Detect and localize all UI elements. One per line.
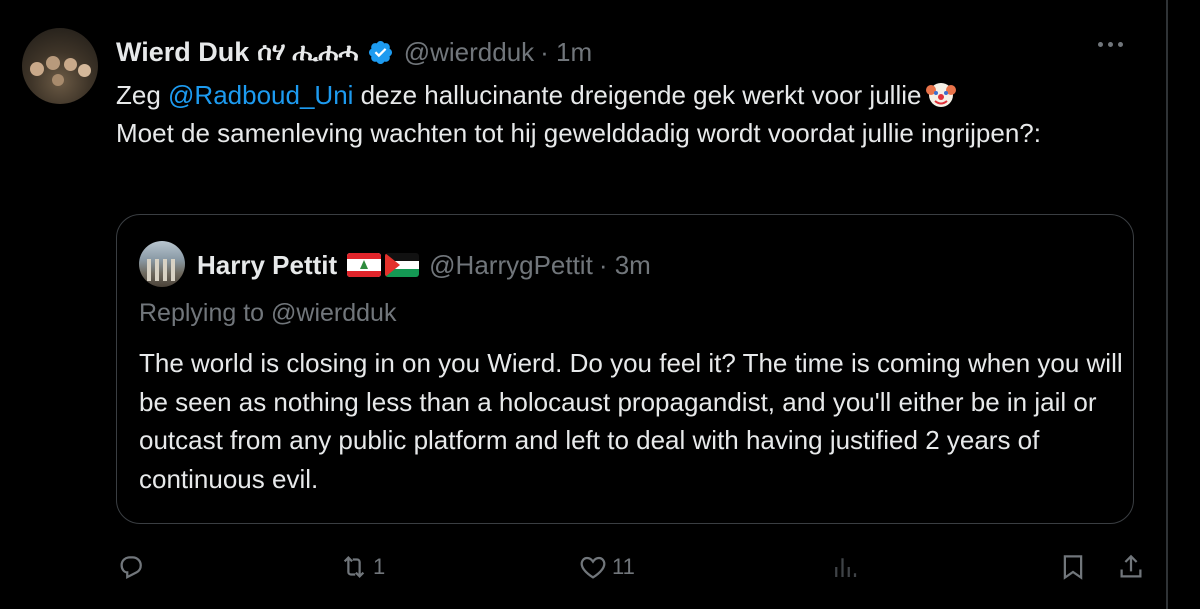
mention-link[interactable]: @Radboud_Uni — [168, 80, 353, 110]
reply-icon — [120, 556, 142, 579]
quoted-tweet-timestamp[interactable]: · 3m — [599, 250, 651, 281]
reply-button[interactable] — [116, 552, 150, 582]
author-name-glyphs: ሰሃ ሒሐሓ — [257, 37, 359, 66]
quoted-author-avatar[interactable] — [139, 241, 185, 287]
tweet-text: Zeg @Radboud_Uni deze hallucinante dreig… — [116, 80, 1041, 148]
palestine-flag-icon — [385, 253, 420, 277]
quoted-tweet-text: The world is closing in on you Wierd. Do… — [139, 348, 1123, 494]
views-icon — [835, 558, 857, 577]
tweet-header: Wierd Duk ሰሃ ሒሐሓ @wierdduk · 1m — [116, 32, 592, 72]
share-button[interactable] — [1116, 552, 1146, 582]
retweet-button[interactable]: 1 — [339, 552, 385, 582]
verified-badge-icon[interactable] — [367, 39, 394, 66]
more-options-icon[interactable] — [1098, 42, 1123, 47]
replying-to-label: Replying to @wierdduk — [139, 299, 397, 327]
author-avatar[interactable] — [22, 28, 98, 104]
timeline-column-border — [1166, 0, 1168, 609]
bookmark-button[interactable] — [1058, 552, 1088, 582]
clown-emoji-icon — [926, 83, 957, 107]
bookmark-icon — [1063, 555, 1083, 580]
quoted-tweet[interactable]: Harry Pettit @HarrygPettit · 3m Replying… — [116, 214, 1134, 524]
quoted-author-name[interactable]: Harry Pettit — [197, 250, 337, 281]
like-icon — [580, 556, 606, 579]
share-icon — [1120, 554, 1142, 578]
author-name[interactable]: Wierd Duk — [116, 37, 249, 68]
tweet[interactable]: Wierd Duk ሰሃ ሒሐሓ @wierdduk · 1m Zeg @Rad… — [20, 24, 1160, 609]
quoted-tweet-header: Harry Pettit @HarrygPettit · 3m — [197, 245, 651, 285]
views-button[interactable] — [830, 552, 864, 582]
quoted-author-handle[interactable]: @HarrygPettit — [429, 250, 593, 281]
tweet-actions-bar: 1 11 — [116, 552, 1156, 592]
retweet-icon — [343, 556, 365, 578]
lebanon-flag-icon — [347, 253, 382, 277]
tweet-timestamp[interactable]: · 1m — [540, 37, 592, 68]
like-button[interactable]: 11 — [578, 552, 635, 582]
author-handle[interactable]: @wierdduk — [404, 37, 534, 68]
